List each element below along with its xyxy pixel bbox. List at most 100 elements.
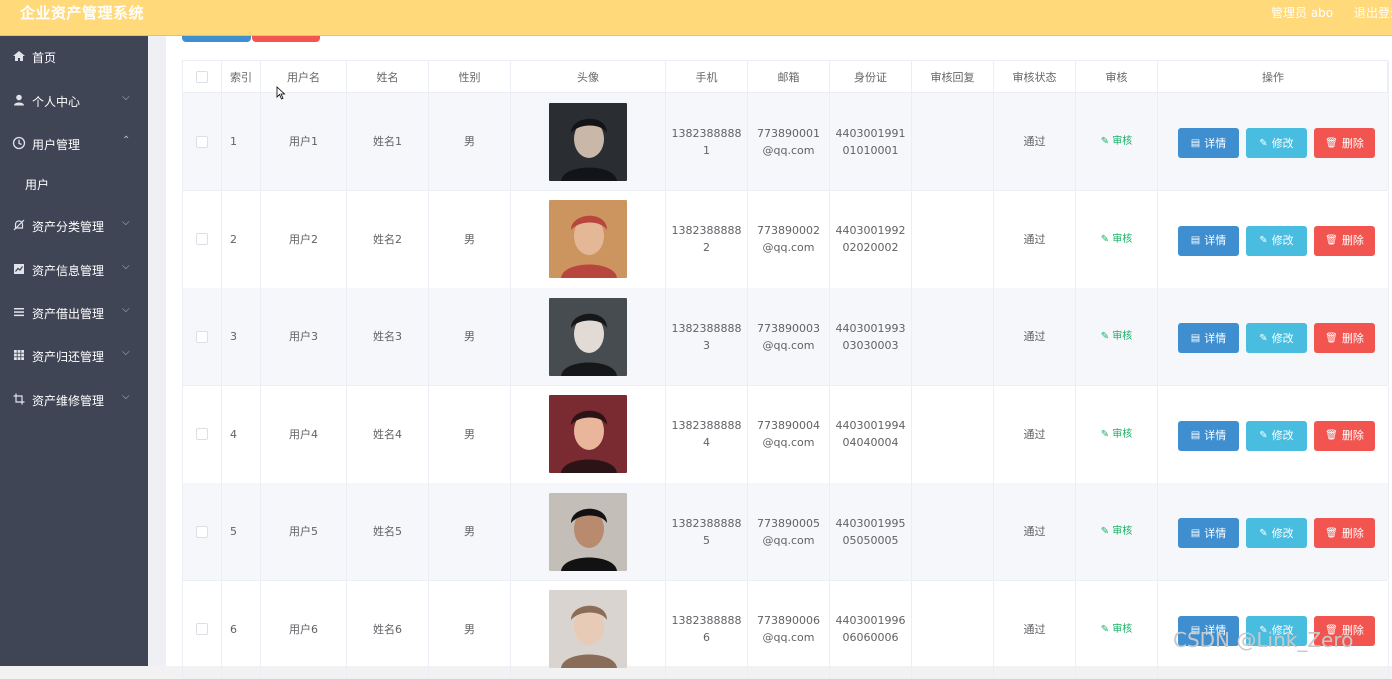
delete-button[interactable]: 🗑 删除: [1314, 323, 1375, 353]
delete-button[interactable]: 🗑 删除: [1314, 128, 1375, 158]
avatar: [549, 590, 627, 668]
document-icon: ▤: [1190, 235, 1201, 246]
email-cell: 773890003 @qq.com: [748, 288, 830, 385]
edit-pencil-icon: ✎: [1100, 233, 1113, 245]
audit-link-label: 审核: [1112, 623, 1133, 635]
select-all-checkbox[interactable]: [196, 71, 208, 83]
column-header-label: 邮箱: [777, 71, 800, 84]
detail-button[interactable]: ▤ 详情: [1178, 323, 1239, 353]
row-checkbox[interactable]: [196, 525, 208, 538]
add-button[interactable]: [182, 36, 251, 42]
sidebar-item-chart[interactable]: 资产信息管理 ⌵: [0, 252, 148, 288]
audit-status-value: 通过: [1023, 232, 1046, 246]
audit-reply-cell: [912, 288, 994, 385]
row-checkbox-cell: [183, 93, 222, 190]
gender-value: 男: [464, 135, 475, 148]
sidebar-item-clock[interactable]: 用户管理 ⌃: [0, 126, 148, 162]
audit-link[interactable]: ✎ 审核: [1101, 328, 1133, 345]
edit-button[interactable]: ✎ 修改: [1246, 420, 1307, 451]
home-icon: [12, 49, 26, 63]
detail-button[interactable]: ▤ 详情: [1178, 420, 1239, 451]
edit-pencil-icon: ✎: [1259, 235, 1268, 246]
audit-status-value: 通过: [1023, 135, 1046, 148]
audit-link[interactable]: ✎ 审核: [1101, 523, 1133, 540]
phone-line: 1382388888: [671, 224, 742, 237]
email-line: 773890002: [757, 224, 820, 237]
sidebar-item-user[interactable]: 个人中心 ⌵: [0, 83, 148, 119]
detail-button[interactable]: ▤ 详情: [1178, 128, 1239, 158]
name-value: 姓名5: [373, 525, 402, 538]
sidebar-item-label: 资产借出管理: [32, 307, 105, 321]
gender-cell: 男: [429, 385, 511, 483]
audit-link[interactable]: ✎ 审核: [1101, 133, 1133, 150]
sidebar-item-label: 用户管理: [32, 138, 81, 152]
row-checkbox[interactable]: [196, 233, 208, 245]
audit-link[interactable]: ✎ 审核: [1101, 621, 1133, 638]
audit-status-value: 通过: [1023, 622, 1046, 636]
edit-button[interactable]: ✎ 修改: [1246, 128, 1307, 158]
phone-line: 4: [703, 436, 710, 449]
trash-icon: 🗑: [1325, 430, 1338, 441]
sidebar-item-list[interactable]: 资产借出管理 ⌵: [0, 295, 148, 331]
username-value: 用户3: [289, 330, 318, 343]
column-header-label: 索引: [230, 71, 252, 84]
clock-icon: [12, 136, 26, 150]
row-checkbox[interactable]: [196, 623, 208, 635]
avatar: [549, 492, 627, 571]
sidebar-item-home[interactable]: 首页: [0, 39, 148, 75]
delete-button[interactable]: 🗑 删除: [1314, 225, 1375, 256]
row-checkbox[interactable]: [196, 330, 208, 343]
phone-line: 1382388888: [671, 321, 742, 335]
phone-line: 1: [703, 143, 710, 157]
document-icon: ▤: [1190, 332, 1201, 344]
audit-link[interactable]: ✎ 审核: [1101, 231, 1133, 248]
id-card-cell: 4403001996 06060006: [830, 580, 912, 678]
detail-button[interactable]: ▤ 详情: [1178, 518, 1239, 548]
edit-button-label: 修改: [1271, 234, 1294, 247]
username-cell: 用户4: [261, 385, 347, 483]
chevron-down-icon: ⌵: [122, 391, 130, 402]
edit-button[interactable]: ✎ 修改: [1246, 518, 1307, 548]
avatar-cell: [511, 288, 666, 385]
sidebar-item-bell-off[interactable]: 资产分类管理 ⌵: [0, 208, 148, 244]
column-header-label: 审核回复: [930, 71, 975, 84]
edit-button[interactable]: ✎ 修改: [1246, 225, 1307, 256]
sidebar-item-label: 个人中心: [32, 95, 81, 109]
trash-icon: 🗑: [1325, 527, 1338, 539]
audit-action-cell: ✎ 审核: [1076, 288, 1158, 385]
detail-button[interactable]: ▤ 详情: [1178, 225, 1239, 256]
delete-button[interactable]: 🗑 删除: [1314, 420, 1375, 451]
index-cell: 5: [222, 483, 261, 580]
edit-pencil-icon: ✎: [1100, 428, 1113, 440]
trash-icon: 🗑: [1325, 332, 1338, 344]
name-value: 姓名6: [373, 622, 402, 636]
detail-button-label: 详情: [1204, 136, 1227, 150]
phone-cell: 1382388888 2: [666, 190, 748, 288]
row-checkbox-cell: [183, 580, 222, 678]
gender-value: 男: [464, 330, 475, 343]
logout-link[interactable]: 退出登录: [1354, 4, 1392, 21]
edit-button[interactable]: ✎ 修改: [1246, 323, 1307, 353]
gender-value: 男: [464, 622, 475, 636]
row-checkbox[interactable]: [196, 428, 208, 440]
username-cell: 用户5: [261, 483, 347, 580]
email-line: @qq.com: [762, 436, 815, 449]
sidebar-item-user-sub[interactable]: 用户: [0, 166, 148, 202]
audit-status-cell: 通过: [994, 483, 1076, 580]
sidebar-item-grid[interactable]: 资产归还管理 ⌵: [0, 338, 148, 374]
batch-delete-button[interactable]: [252, 36, 320, 42]
select-all-checkbox-cell[interactable]: [183, 61, 222, 93]
edit-pencil-icon: ✎: [1259, 137, 1268, 149]
row-checkbox[interactable]: [196, 135, 208, 148]
delete-button[interactable]: 🗑 删除: [1314, 518, 1375, 548]
audit-link[interactable]: ✎ 审核: [1101, 426, 1133, 443]
name-value: 姓名4: [373, 427, 402, 441]
username-value: 用户1: [289, 135, 318, 148]
id-card-line: 05050005: [842, 533, 899, 547]
audit-action-cell: ✎ 审核: [1076, 580, 1158, 678]
table-row: 3 用户3 姓名3 男 1382388888 3 773890003 @qq.com 44030…: [182, 288, 1389, 386]
gender-cell: 男: [429, 288, 511, 385]
audit-action-cell: ✎ 审核: [1076, 483, 1158, 580]
sidebar-item-crop[interactable]: 资产维修管理 ⌵: [0, 382, 148, 418]
column-header-label: 身份证: [854, 71, 887, 84]
